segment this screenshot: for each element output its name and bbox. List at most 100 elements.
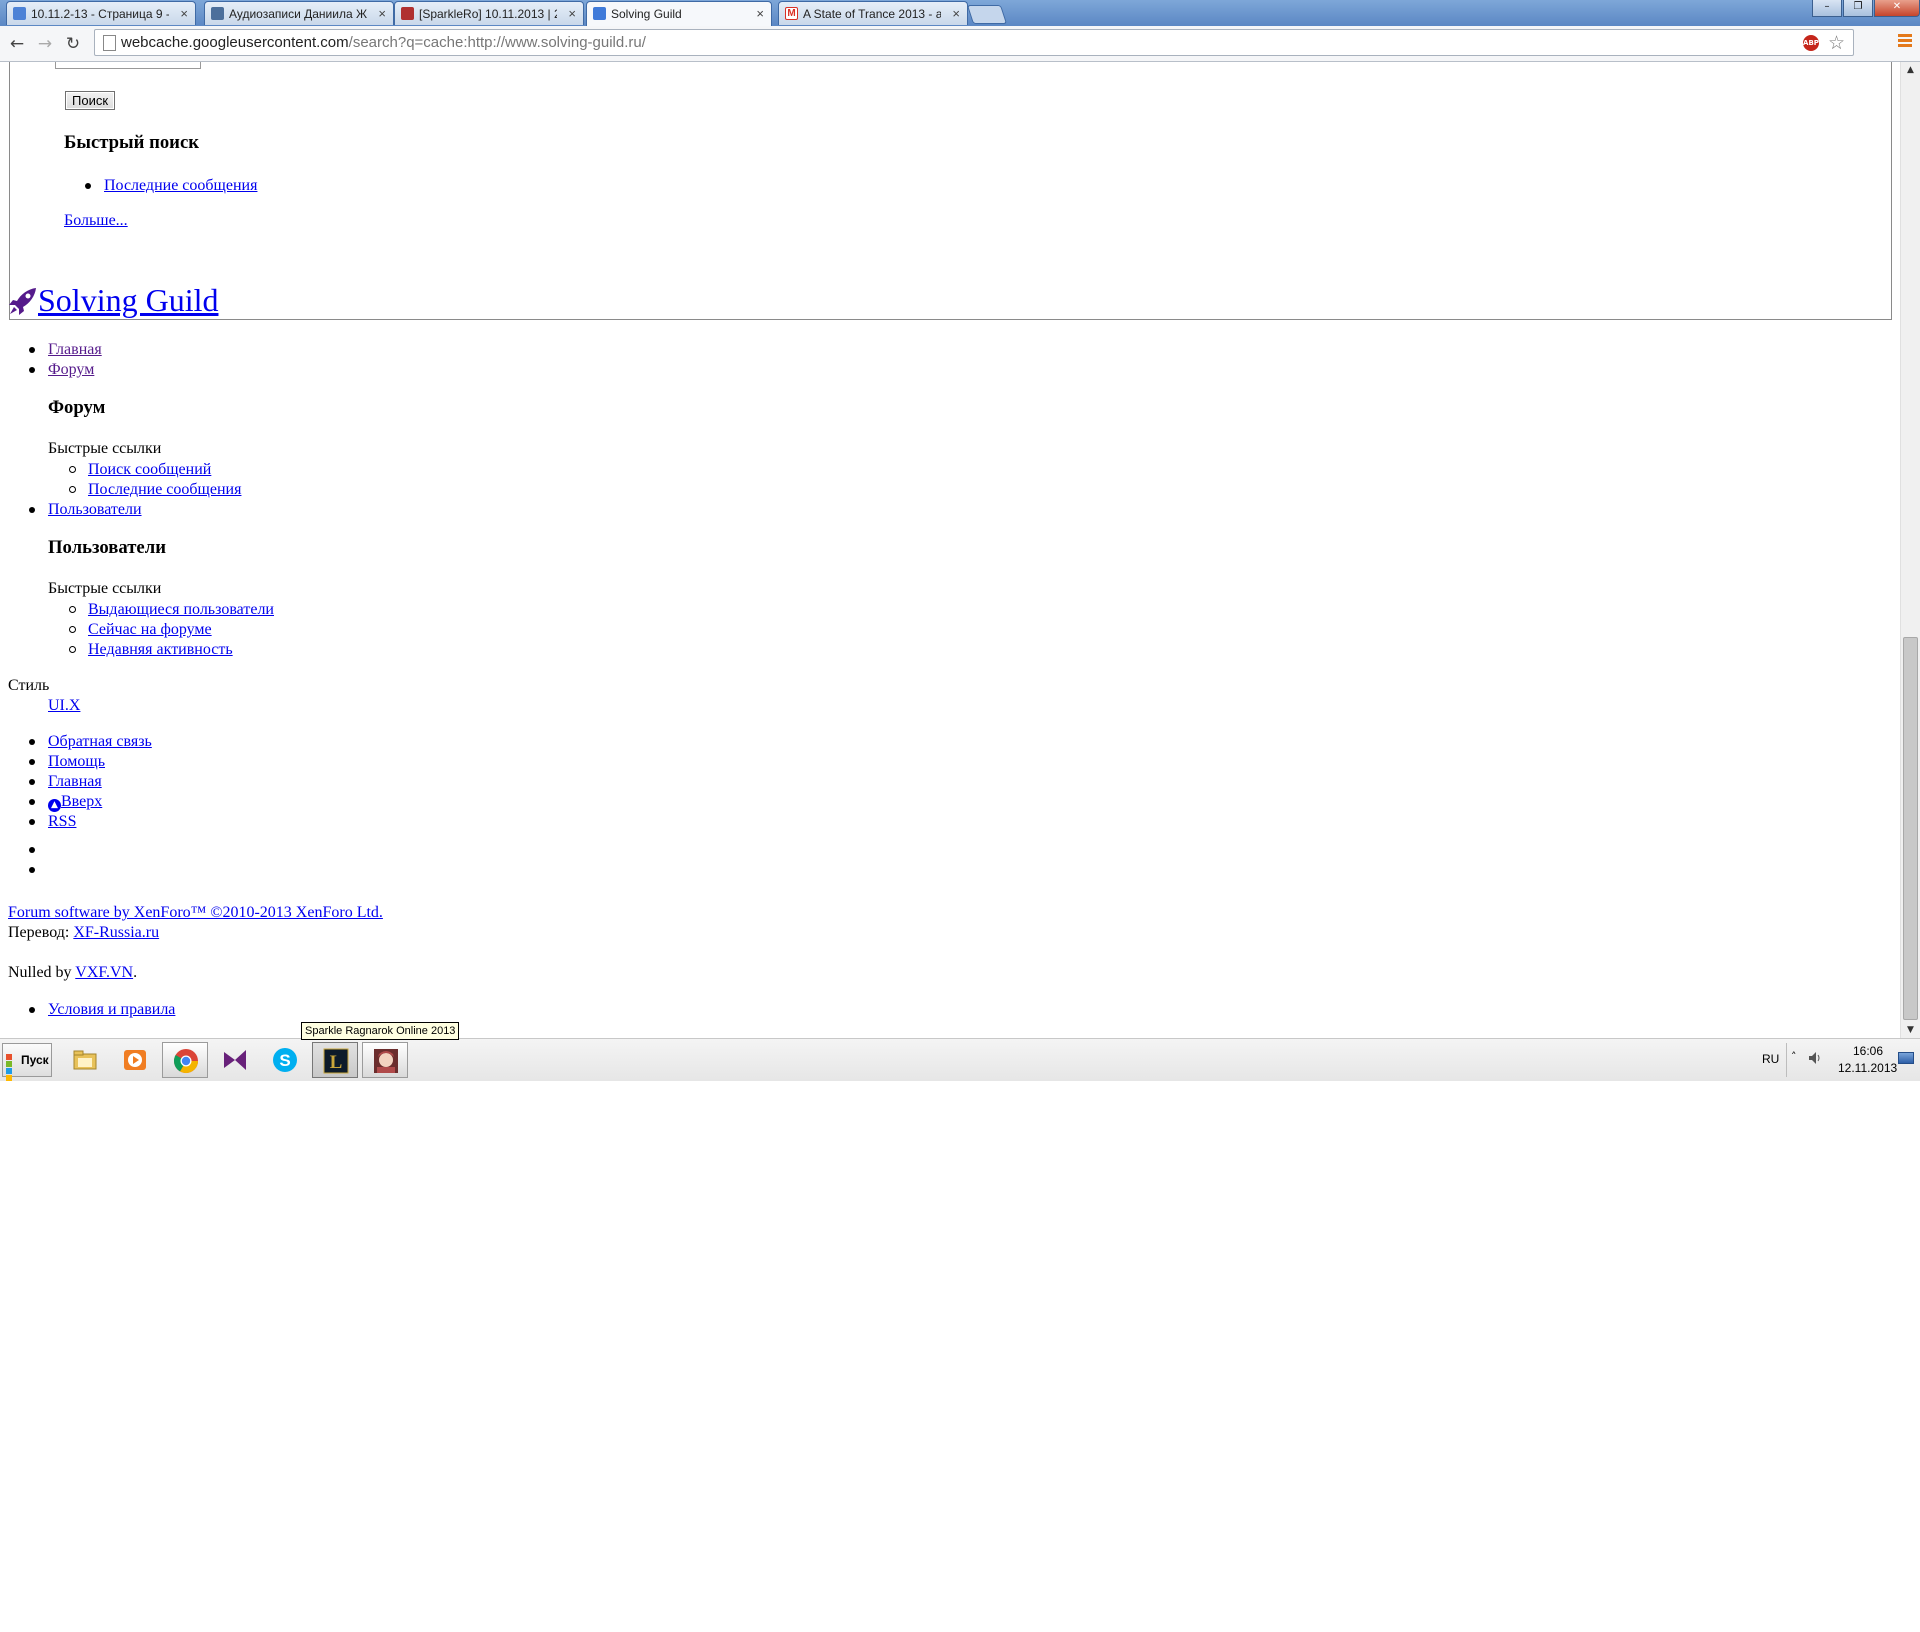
tab-title: A State of Trance 2013 - at [803,7,941,21]
style-label: Стиль [8,677,50,694]
list-item: Сейчас на форуме [69,620,274,640]
search-date-select[interactable] [55,62,201,69]
more-link[interactable]: Больше... [64,212,128,230]
taskbar-visual-studio-button[interactable] [212,1042,258,1078]
svg-text:L: L [330,1052,343,1073]
browser-tab[interactable]: [SparkleRo] 10.11.2013 | 22: × [394,1,584,25]
scroll-down-arrow-icon[interactable]: ▼ [1901,1022,1920,1038]
maximize-button[interactable]: ❐ [1843,0,1873,17]
close-tab-icon[interactable]: × [952,6,960,21]
top-link[interactable]: ▲ Вверх [48,793,102,812]
forward-button[interactable]: → [34,33,56,55]
browser-tab[interactable]: 10.11.2-13 - Страница 9 - × [6,1,196,25]
vk-icon [211,7,224,20]
nav-home-link[interactable]: Главная [48,341,102,358]
list-item: ▲ Вверх [29,792,152,812]
scroll-thumb[interactable] [1903,637,1918,1020]
taskbar-media-player-button[interactable] [112,1042,158,1078]
recent-posts-link[interactable]: Последние сообщения [104,177,257,194]
up-arrow-icon: ▲ [48,799,61,812]
gmail-icon: M [785,7,798,20]
browser-toolbar: ← → ↻ webcache.googleusercontent.com/sea… [0,26,1920,62]
language-indicator[interactable]: RU [1762,1052,1779,1066]
nav-forum-link[interactable]: Форум [48,361,94,378]
help-link[interactable]: Помощь [48,753,105,770]
show-hidden-icons-button[interactable]: ˄ [1791,1050,1797,1063]
contact-link[interactable]: Обратная связь [48,733,152,750]
taskbar-chrome-button[interactable] [162,1042,208,1078]
search-button[interactable]: Поиск [65,91,116,110]
list-item: Недавняя активность [69,640,274,660]
online-now-link[interactable]: Сейчас на форуме [88,621,212,638]
users-quick-links-label: Быстрые ссылки [48,580,162,597]
windows-logo-icon [6,1054,19,1081]
list-item: Последние сообщения [84,176,257,196]
media-player-icon [124,1050,146,1070]
back-button[interactable]: ← [6,33,28,55]
rss-link[interactable]: RSS [48,813,76,830]
new-tab-button[interactable] [966,5,1008,24]
browser-tab-active[interactable]: Solving Guild × [586,1,772,26]
forum-quick-links-label: Быстрые ссылки [48,440,162,457]
notable-members-link[interactable]: Выдающиеся пользователи [88,601,274,618]
adblock-icon[interactable]: ABP [1803,35,1819,51]
terms-link[interactable]: Условия и правила [48,1001,175,1018]
page-viewport: Поиск Быстрый поиск Последние сообщения … [0,62,1900,1038]
forum-icon [13,7,26,20]
scroll-up-arrow-icon[interactable]: ▲ [1901,62,1920,78]
nav-item: Главная [29,340,102,360]
chrome-icon [173,1049,198,1074]
translation-link[interactable]: XF-Russia.ru [73,924,159,941]
taskbar-skype-button[interactable]: S [262,1042,308,1078]
rocket-icon [9,288,36,315]
list-item: Главная [29,772,152,792]
forum-heading: Форум [48,397,106,418]
chrome-menu-icon[interactable] [1898,34,1912,50]
copyright-link[interactable]: Forum software by XenForo™ ©2010-2013 Xe… [8,904,383,922]
minimize-button[interactable]: – [1812,0,1842,17]
search-posts-link[interactable]: Поиск сообщений [88,461,211,478]
taskbar-explorer-button[interactable] [62,1042,108,1078]
reload-button[interactable]: ↻ [62,33,84,55]
translation-credit: Перевод: XF-Russia.ru [8,924,160,941]
close-tab-icon[interactable]: × [180,6,188,21]
volume-icon[interactable] [1808,1051,1822,1065]
home-link[interactable]: Главная [48,773,102,790]
taskbar-league-of-legends-button[interactable]: L [312,1042,358,1078]
nulled-link[interactable]: VXF.VN [75,964,133,981]
address-bar[interactable]: webcache.googleusercontent.com/search?q=… [94,29,1854,56]
nav-users-link[interactable]: Пользователи [48,501,142,518]
league-of-legends-icon: L [323,1048,349,1074]
page-scrollbar[interactable]: ▲ ▼ [1900,62,1920,1038]
users-quick-links: Выдающиеся пользователи Сейчас на форуме… [69,600,274,660]
sparklero-icon [401,7,414,20]
list-item: Поиск сообщений [68,460,241,480]
tab-title: Solving Guild [611,7,682,21]
close-window-button[interactable]: ✕ [1874,0,1920,17]
close-tab-icon[interactable]: × [756,6,764,21]
taskbar-sparkle-ragnarok-button[interactable] [362,1042,408,1078]
footer-links: Обратная связь Помощь Главная ▲ Вверх RSS [29,732,152,832]
recent-activity-link[interactable]: Недавняя активность [88,641,233,658]
folder-icon [73,1050,97,1070]
forum-quick-links: Поиск сообщений Последние сообщения [68,460,241,500]
browser-tab[interactable]: M A State of Trance 2013 - at × [778,1,968,25]
users-heading: Пользователи [48,537,166,558]
page-icon [103,35,116,51]
site-title[interactable]: Solving Guild [38,280,218,320]
style-chooser-link[interactable]: UI.X [48,697,80,715]
recent-posts-link[interactable]: Последние сообщения [88,481,241,498]
clock-date[interactable]: 12.11.2013 [1838,1061,1897,1075]
close-tab-icon[interactable]: × [378,6,386,21]
start-button[interactable]: Пуск [2,1043,52,1081]
show-desktop-button[interactable] [1898,1052,1914,1064]
bookmark-star-icon[interactable]: ☆ [1828,31,1845,56]
tab-title: 10.11.2-13 - Страница 9 - [31,7,169,21]
ragnarok-icon [374,1049,398,1073]
clock-time[interactable]: 16:06 [1853,1044,1883,1058]
close-tab-icon[interactable]: × [568,6,576,21]
skype-icon: S [273,1048,297,1072]
list-item: Помощь [29,752,152,772]
tray-divider [1786,1043,1787,1077]
browser-tab[interactable]: Аудиозаписи Даниила Ж × [204,1,394,25]
